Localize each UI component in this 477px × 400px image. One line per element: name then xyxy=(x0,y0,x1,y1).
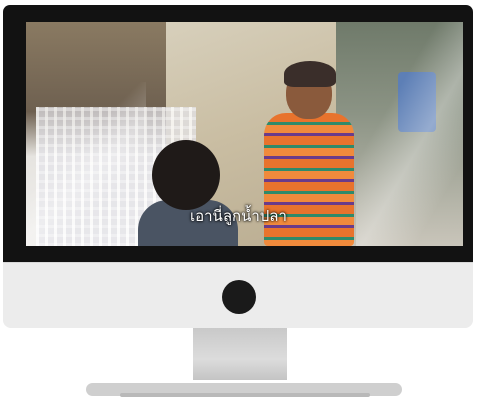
monitor-stand-neck xyxy=(193,328,287,380)
screen-glare-left xyxy=(26,82,146,246)
woman-hair xyxy=(284,61,336,87)
monitor-stand-shadow xyxy=(120,393,370,397)
camera-dot-icon xyxy=(222,280,256,314)
boy-head xyxy=(152,140,220,210)
video-screen[interactable]: เอานี่ลูกน้ำปลา xyxy=(26,22,463,246)
video-subtitle: เอานี่ลูกน้ำปลา xyxy=(190,207,287,225)
screen-glare xyxy=(356,22,463,246)
scene-boy xyxy=(138,140,238,246)
